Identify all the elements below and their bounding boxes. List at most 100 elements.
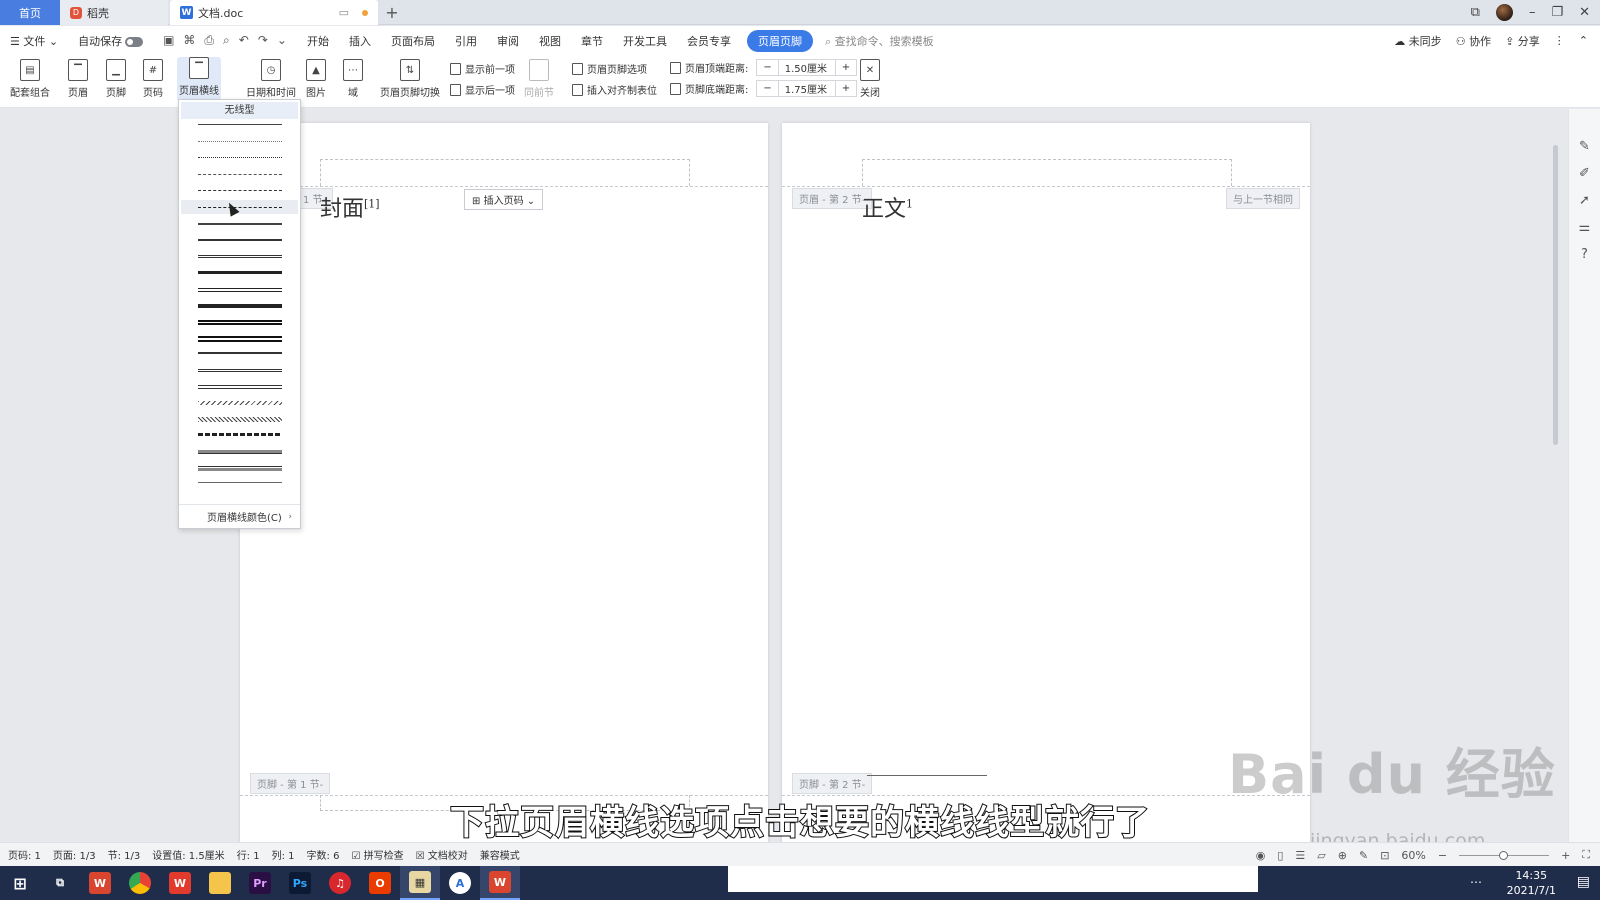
zoom-out-button[interactable]: − xyxy=(1438,849,1447,862)
system-clock[interactable]: 14:35 2021/7/1 xyxy=(1507,866,1556,900)
zoom-level[interactable]: 60% xyxy=(1401,849,1425,862)
more-icon[interactable]: ⌄ xyxy=(277,33,287,48)
switch-header-footer-button[interactable]: ⇅ 页眉页脚切换 xyxy=(380,59,440,99)
insert-align-tab-button[interactable]: 插入对齐制表位 xyxy=(572,82,657,97)
line-style-dotted-fine[interactable] xyxy=(198,140,282,142)
status-word-count[interactable]: 字数: 6 xyxy=(307,847,352,862)
outline-view-icon[interactable]: ☰ xyxy=(1295,849,1305,862)
page-2-title[interactable]: 正文1 xyxy=(862,191,913,223)
save-icon[interactable]: ▣ xyxy=(163,33,174,48)
collab-button[interactable]: ⚇ 协作 xyxy=(1456,33,1491,49)
line-style-solid-3[interactable] xyxy=(198,271,282,275)
format-painter-icon[interactable]: ⌘ xyxy=(183,33,195,48)
page-number-button[interactable]: # 页码 xyxy=(143,59,163,99)
autosave-toggle[interactable]: 自动保存 xyxy=(68,33,153,49)
close-window-button[interactable]: ✕ xyxy=(1579,5,1590,20)
pen-icon[interactable]: ✐ xyxy=(1579,166,1590,181)
line-style-dash-thick[interactable] xyxy=(198,433,282,437)
field-button[interactable]: ⋯ 域 xyxy=(343,59,363,99)
line-style-double-thin[interactable] xyxy=(198,255,282,259)
file-menu[interactable]: ☰ 文件 ⌄ xyxy=(0,33,68,49)
line-style-thin-solid[interactable] xyxy=(198,124,282,125)
tray-overflow-icon[interactable]: ⋯ xyxy=(1470,875,1482,889)
scrollbar-thumb[interactable] xyxy=(1553,145,1558,445)
tab-home[interactable]: 首页 xyxy=(0,0,60,25)
line-style-embossed[interactable] xyxy=(198,449,282,454)
line-style-dash-dot-dot[interactable] xyxy=(198,206,282,208)
taskbar-photoshop[interactable]: Ps xyxy=(280,866,320,900)
taskbar-explorer[interactable] xyxy=(200,866,240,900)
undo-icon[interactable]: ↶ xyxy=(239,33,249,48)
taskbar-wps-writer[interactable]: W xyxy=(80,866,120,900)
footer-button[interactable]: ▁ 页脚 xyxy=(106,59,126,99)
fullscreen-icon[interactable]: ⛶ xyxy=(1582,848,1590,862)
header-top-stepper[interactable]: − 1.50厘米 + xyxy=(756,59,858,76)
line-style-thin-thick[interactable] xyxy=(198,352,282,355)
header-top-value[interactable]: 1.50厘米 xyxy=(777,60,836,75)
line-style-double[interactable] xyxy=(198,368,282,372)
line-style-engraved[interactable] xyxy=(198,465,282,471)
select-icon[interactable]: ➚ xyxy=(1579,193,1590,208)
menu-item-insert[interactable]: 插入 xyxy=(339,33,381,49)
line-style-wavy[interactable] xyxy=(198,400,282,405)
menu-item-review[interactable]: 审阅 xyxy=(487,33,529,49)
menu-item-layout[interactable]: 页面布局 xyxy=(381,33,445,49)
more-options-icon[interactable]: ⋮ xyxy=(1554,34,1565,47)
settings-sliders-icon[interactable]: ⚌ xyxy=(1579,220,1591,235)
tab-daoke[interactable]: D 稻壳 xyxy=(60,0,168,25)
increase-button[interactable]: + xyxy=(836,83,856,94)
layout-icon[interactable]: ⧉ xyxy=(1471,5,1480,20)
header-button[interactable]: ▔ 页眉 xyxy=(68,59,88,99)
line-style-solid-1[interactable] xyxy=(198,222,282,225)
command-search[interactable]: ⌕ 查找命令、搜索模板 xyxy=(819,33,934,49)
print-preview-icon[interactable]: ⌕ xyxy=(223,33,230,48)
line-style-dotted[interactable] xyxy=(198,157,282,158)
taskbar-netease-music[interactable]: ♫ xyxy=(320,866,360,900)
line-style-thick-thin-thick[interactable] xyxy=(198,336,282,343)
style-icon[interactable]: ✎ xyxy=(1579,139,1590,154)
taskbar-premiere[interactable]: Pr xyxy=(240,866,280,900)
line-style-solid-2[interactable] xyxy=(198,238,282,241)
page-1-title[interactable]: 封面[1] xyxy=(320,191,380,223)
taskbar-search-area[interactable] xyxy=(728,866,1258,892)
footer-bottom-stepper[interactable]: − 1.75厘米 + xyxy=(756,80,858,97)
status-page-number[interactable]: 页码: 1 xyxy=(8,847,53,862)
zoom-fit-icon[interactable]: ⊡ xyxy=(1380,849,1389,862)
show-prev-button[interactable]: 显示前一项 xyxy=(450,61,515,76)
status-section[interactable]: 节: 1/3 xyxy=(108,847,153,862)
header-area[interactable] xyxy=(862,159,1232,186)
collapse-ribbon-icon[interactable]: ⌃ xyxy=(1579,34,1588,47)
read-view-icon[interactable]: ▱ xyxy=(1317,849,1325,862)
decrease-button[interactable]: − xyxy=(757,83,777,94)
decrease-button[interactable]: − xyxy=(757,62,777,73)
menu-item-view[interactable]: 视图 xyxy=(529,33,571,49)
sync-button[interactable]: ☁ 未同步 xyxy=(1394,33,1442,49)
line-style-outset[interactable] xyxy=(198,481,282,483)
same-as-prev-button[interactable]: 同前节 xyxy=(524,59,554,99)
header-area[interactable] xyxy=(320,159,690,186)
restore-button[interactable]: ❐ xyxy=(1551,5,1563,20)
line-style-none[interactable]: 无线型 xyxy=(181,102,298,119)
status-setting[interactable]: 设置值: 1.5厘米 xyxy=(152,847,236,862)
zoom-in-button[interactable]: + xyxy=(1561,849,1570,862)
status-pages[interactable]: 页面: 1/3 xyxy=(53,847,108,862)
menu-item-header-footer[interactable]: 页眉页脚 xyxy=(746,29,813,52)
line-style-thin-thin[interactable] xyxy=(198,384,282,389)
show-next-button[interactable]: 显示后一项 xyxy=(450,82,515,97)
line-style-double-wavy[interactable] xyxy=(198,417,282,423)
close-header-footer-button[interactable]: ✕ 关闭 xyxy=(860,59,880,99)
taskbar-wps-office[interactable]: W xyxy=(160,866,200,900)
start-button[interactable]: ⊞ xyxy=(0,866,40,900)
new-tab-button[interactable]: + xyxy=(378,0,406,25)
line-style-dash-dot[interactable] xyxy=(198,190,282,191)
taskbar-chrome[interactable] xyxy=(120,866,160,900)
proofread-button[interactable]: ☒ 文档校对 xyxy=(416,847,480,862)
combo-button[interactable]: ▤ 配套组合 xyxy=(10,59,50,99)
page-view-icon[interactable]: ▯ xyxy=(1277,849,1283,862)
redo-icon[interactable]: ↷ xyxy=(258,33,268,48)
zoom-slider[interactable] xyxy=(1459,850,1550,860)
tab-document[interactable]: W 文档.doc ▭ xyxy=(170,0,378,25)
taskbar-calendar-app[interactable]: ▦ xyxy=(400,866,440,900)
web-view-icon[interactable]: ⊕ xyxy=(1338,849,1347,862)
notification-icon[interactable]: ▤ xyxy=(1577,874,1590,890)
